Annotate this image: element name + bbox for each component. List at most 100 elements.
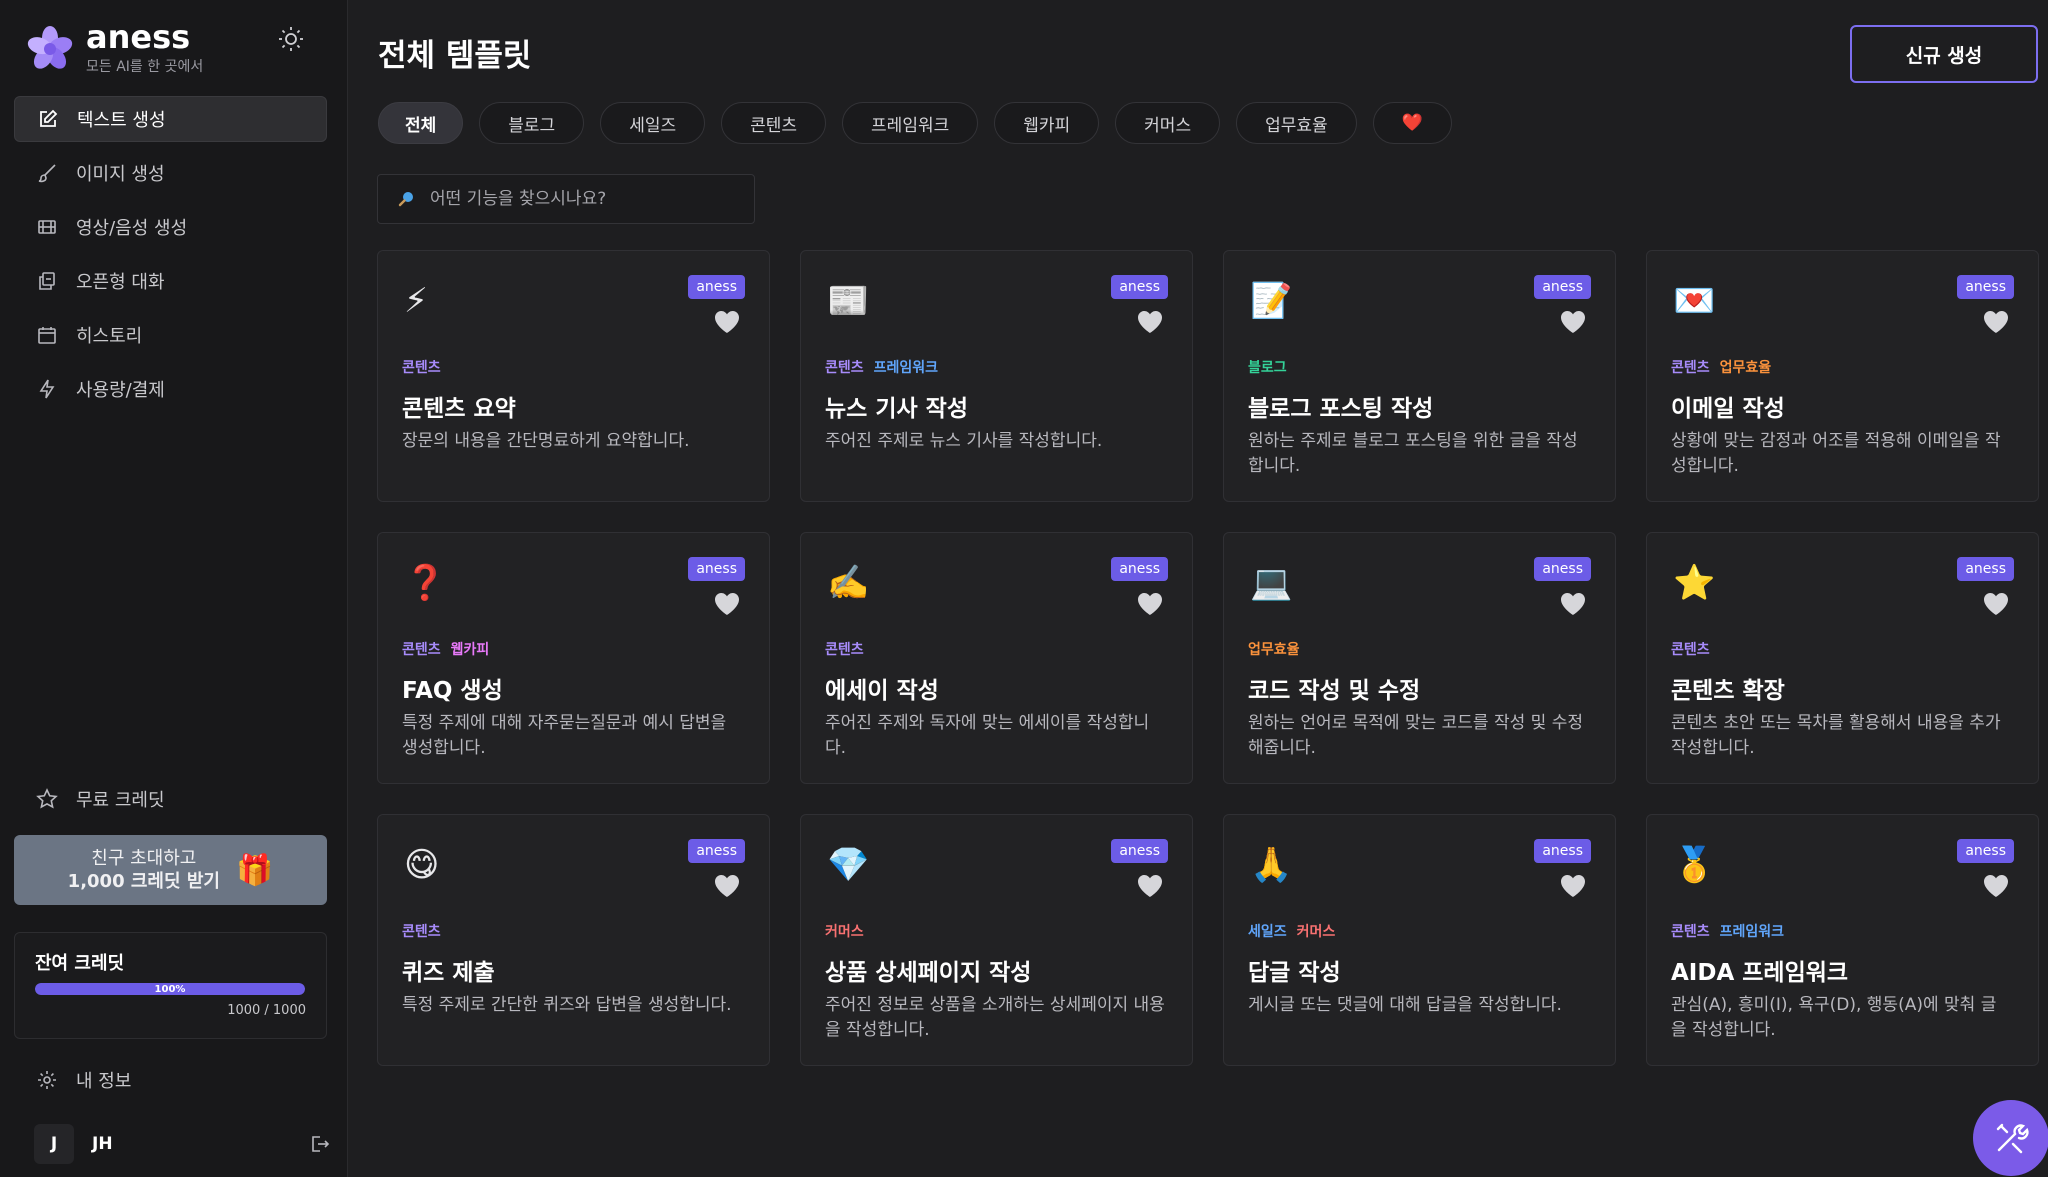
- category-tag: 콘텐츠: [825, 642, 864, 658]
- aness-badge: aness: [1534, 839, 1591, 863]
- template-card[interactable]: 📰 aness 콘텐츠 프레임워크 뉴스 기사 작성 주어진 주제로 뉴스 기사를…: [800, 250, 1193, 502]
- template-card[interactable]: 🙏 aness 세일즈 커머스 답글 작성 게시글 또는 댓글에 대해 답글을 작…: [1223, 814, 1616, 1066]
- template-card[interactable]: 📝 aness 블로그 블로그 포스팅 작성 원하는 주제로 블로그 포스팅을 …: [1223, 250, 1616, 502]
- my-info-link[interactable]: 내 정보: [14, 1057, 327, 1103]
- category-tag: 콘텐츠: [402, 924, 441, 940]
- card-description: 관심(A), 흥미(I), 욕구(D), 행동(A)에 맞춰 글을 작성합니다.: [1671, 995, 1997, 1040]
- filter-chip-sales[interactable]: 세일즈: [600, 102, 706, 144]
- avatar[interactable]: J: [34, 1124, 74, 1164]
- filter-chip-efficiency[interactable]: 업무효율: [1236, 102, 1357, 144]
- template-card[interactable]: ⚡ aness 콘텐츠 콘텐츠 요약 장문의 내용을 간단명료하게 요약합니다.: [377, 250, 770, 502]
- heart-icon[interactable]: [1136, 873, 1164, 899]
- sidebar-item-text-generation[interactable]: 텍스트 생성: [14, 96, 327, 142]
- category-tag: 콘텐츠: [1671, 642, 1710, 658]
- logout-icon[interactable]: [308, 1133, 330, 1155]
- card-description: 주어진 주제로 뉴스 기사를 작성합니다.: [825, 431, 1103, 451]
- heart-icon[interactable]: [1136, 591, 1164, 617]
- chat-copy-icon: [39, 272, 55, 290]
- card-description: 상황에 맞는 감정과 어조를 적용해 이메일을 작성합니다.: [1671, 431, 2001, 476]
- heart-icon[interactable]: [713, 591, 741, 617]
- film-icon: [38, 220, 56, 234]
- card-tags: 콘텐츠: [402, 921, 451, 941]
- card-title: 콘텐츠 요약: [402, 396, 516, 422]
- aness-badge: aness: [1534, 275, 1591, 299]
- category-tag: 프레임워크: [873, 360, 939, 376]
- card-emoji-icon: ⚡: [404, 281, 428, 321]
- tools-fab-button[interactable]: [1973, 1100, 2048, 1176]
- category-tag: 프레임워크: [1719, 924, 1785, 940]
- card-description: 특정 주제로 간단한 퀴즈와 답변을 생성합니다.: [402, 995, 732, 1015]
- template-card[interactable]: ❓ aness 콘텐츠 웹카피 FAQ 생성 특정 주제에 대해 자주묻는질문과 …: [377, 532, 770, 784]
- heart-icon[interactable]: [1559, 873, 1587, 899]
- sidebar-item-label: 오픈형 대화: [76, 272, 165, 293]
- template-card[interactable]: 🥇 aness 콘텐츠 프레임워크 AIDA 프레임워크 관심(A), 흥미(I)…: [1646, 814, 2039, 1066]
- card-title: 코드 작성 및 수정: [1248, 678, 1421, 704]
- tools-icon: [1996, 1123, 2029, 1154]
- invite-line1: 친구 초대하고: [91, 848, 197, 869]
- card-description: 장문의 내용을 간단명료하게 요약합니다.: [402, 431, 690, 451]
- template-card[interactable]: 💎 aness 커머스 상품 상세페이지 작성 주어진 정보로 상품을 소개하는…: [800, 814, 1193, 1066]
- filter-chip-favorites[interactable]: ❤️: [1372, 102, 1452, 144]
- filter-chip-content[interactable]: 콘텐츠: [721, 102, 827, 144]
- card-title: 콘텐츠 확장: [1671, 678, 1785, 704]
- heart-icon[interactable]: [713, 309, 741, 335]
- free-credit-link[interactable]: 무료 크레딧: [14, 776, 327, 822]
- brand[interactable]: aness 모든 AI를 한 곳에서: [26, 20, 203, 76]
- template-grid: ⚡ aness 콘텐츠 콘텐츠 요약 장문의 내용을 간단명료하게 요약합니다.…: [377, 250, 2039, 1066]
- card-tags: 콘텐츠 업무효율: [1671, 357, 1781, 377]
- brush-icon: [38, 164, 56, 183]
- card-title: 에세이 작성: [825, 678, 939, 704]
- card-title: 퀴즈 제출: [402, 960, 495, 986]
- credit-count: 1000 / 1000: [227, 1003, 306, 1018]
- new-create-button[interactable]: 신규 생성: [1850, 25, 2038, 83]
- filter-chip-framework[interactable]: 프레임워크: [842, 102, 979, 144]
- sun-icon[interactable]: [276, 24, 306, 54]
- filter-chip-all[interactable]: 전체: [378, 102, 464, 144]
- sidebar-item-image-generation[interactable]: 이미지 생성: [14, 150, 327, 196]
- user-row: J JH: [34, 1124, 330, 1164]
- card-description: 게시글 또는 댓글에 대해 답글을 작성합니다.: [1248, 995, 1562, 1015]
- card-tags: 콘텐츠 웹카피: [402, 639, 499, 659]
- brand-tagline: 모든 AI를 한 곳에서: [86, 59, 204, 75]
- sidebar-item-open-chat[interactable]: 오픈형 대화: [14, 258, 327, 304]
- filter-chips: 전체 블로그 세일즈 콘텐츠 프레임워크 웹카피 커머스 업무효율 ❤️: [378, 102, 1468, 144]
- sidebar-item-video-audio[interactable]: 영상/음성 생성: [14, 204, 327, 250]
- remaining-credit-panel: 잔여 크레딧 100% 1000 / 1000: [14, 932, 327, 1039]
- heart-icon[interactable]: [1136, 309, 1164, 335]
- search-input[interactable]: [430, 189, 750, 209]
- aness-badge: aness: [1111, 275, 1168, 299]
- filter-chip-webcopy[interactable]: 웹카피: [994, 102, 1100, 144]
- card-title: 답글 작성: [1248, 960, 1341, 986]
- template-card[interactable]: 💻 aness 업무효율 코드 작성 및 수정 원하는 언어로 목적에 맞는 코…: [1223, 532, 1616, 784]
- heart-icon[interactable]: [1982, 309, 2010, 335]
- sidebar: aness 모든 AI를 한 곳에서 텍스트 생성 이미지 생성 영상/음성 생…: [0, 0, 348, 1177]
- sidebar-item-history[interactable]: 히스토리: [14, 312, 327, 358]
- card-tags: 커머스: [825, 921, 874, 941]
- card-tags: 콘텐츠: [1671, 639, 1720, 659]
- card-emoji-icon: 📝: [1250, 281, 1293, 321]
- sidebar-item-label: 영상/음성 생성: [76, 218, 188, 239]
- heart-icon[interactable]: [1559, 309, 1587, 335]
- template-card[interactable]: ⭐ aness 콘텐츠 콘텐츠 확장 콘텐츠 초안 또는 목차를 활용해서 내용…: [1646, 532, 2039, 784]
- filter-chip-commerce[interactable]: 커머스: [1115, 102, 1221, 144]
- template-card[interactable]: 😋 aness 콘텐츠 퀴즈 제출 특정 주제로 간단한 퀴즈와 답변을 생성합…: [377, 814, 770, 1066]
- heart-icon[interactable]: [1982, 873, 2010, 899]
- card-tags: 콘텐츠 프레임워크: [1671, 921, 1794, 941]
- heart-icon[interactable]: [713, 873, 741, 899]
- heart-icon[interactable]: [1559, 591, 1587, 617]
- card-title: 블로그 포스팅 작성: [1248, 396, 1434, 422]
- invite-friend-button[interactable]: 친구 초대하고 1,000 크레딧 받기 🎁: [14, 835, 327, 905]
- heart-icon[interactable]: [1982, 591, 2010, 617]
- gear-icon: [38, 1071, 56, 1089]
- category-tag: 세일즈: [1248, 924, 1287, 940]
- template-card[interactable]: ✍️ aness 콘텐츠 에세이 작성 주어진 주제와 독자에 맞는 에세이를 …: [800, 532, 1193, 784]
- category-tag: 웹카피: [450, 642, 490, 658]
- template-card[interactable]: 💌 aness 콘텐츠 업무효율 이메일 작성 상황에 맞는 감정과 어조를 적용…: [1646, 250, 2039, 502]
- card-tags: 콘텐츠: [402, 357, 451, 377]
- card-title: 상품 상세페이지 작성: [825, 960, 1032, 986]
- sidebar-item-usage-billing[interactable]: 사용량/결제: [14, 366, 327, 412]
- card-tags: 업무효율: [1248, 639, 1310, 659]
- free-credit-label: 무료 크레딧: [76, 790, 165, 811]
- filter-chip-blog[interactable]: 블로그: [479, 102, 585, 144]
- user-name: JH: [92, 1134, 113, 1154]
